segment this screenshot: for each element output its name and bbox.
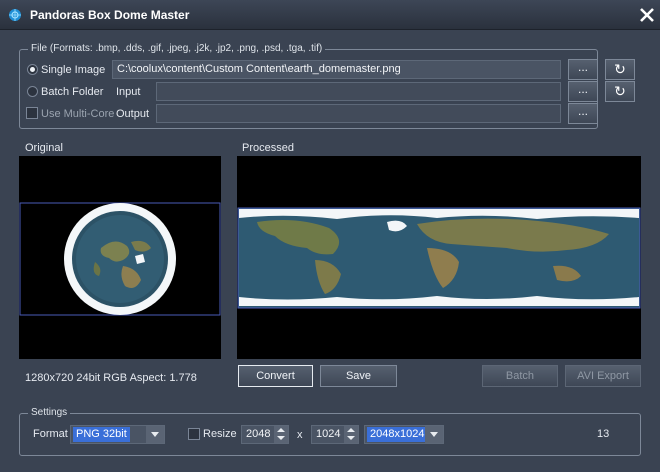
count-value: 13 [597,428,610,440]
settings-group-label: Settings [28,407,71,418]
batch-folder-label[interactable]: Batch Folder [41,86,103,98]
world-map-image [237,207,641,309]
chevron-down-icon[interactable] [146,426,164,443]
batch-folder-radio[interactable] [27,86,38,97]
refresh-batch-button[interactable]: ↻ [605,81,635,102]
image-info-text: 1280x720 24bit RGB Aspect: 1.778 [25,372,197,384]
save-button[interactable]: Save [320,365,397,387]
size-separator: x [297,429,303,441]
single-image-path-field[interactable]: C:\coolux\content\Custom Content\earth_d… [112,60,561,79]
width-spin-arrows[interactable] [274,426,288,443]
height-stepper[interactable]: 1024 [311,425,359,444]
single-image-label[interactable]: Single Image [41,64,105,76]
use-multicore-label[interactable]: Use Multi-Core [41,108,114,120]
output-folder-field[interactable] [156,104,561,123]
input-folder-field[interactable] [156,82,561,101]
output-browse-button[interactable]: ... [568,103,598,124]
output-label: Output [116,108,150,120]
file-group-label: File (Formats: .bmp, .dds, .gif, .jpeg, … [28,43,326,54]
title-bar: Pandoras Box Dome Master [0,0,660,30]
refresh-single-button[interactable]: ↻ [605,59,635,80]
avi-export-button[interactable]: AVI Export [565,365,641,387]
app-icon [9,9,21,21]
height-spin-arrows[interactable] [344,426,358,443]
format-label: Format [33,428,68,440]
width-stepper[interactable]: 2048 [241,425,289,444]
resize-checkbox[interactable] [188,428,200,440]
format-dropdown[interactable]: PNG 32bit [70,425,165,444]
input-browse-button[interactable]: ... [568,81,598,102]
size-preset-value: 2048x1024 [367,427,428,442]
batch-button[interactable]: Batch [482,365,558,387]
height-value: 1024 [316,428,341,440]
width-value: 2048 [246,428,271,440]
dome-image [19,202,221,316]
chevron-down-icon[interactable] [425,426,443,443]
format-value: PNG 32bit [73,427,130,442]
size-preset-dropdown[interactable]: 2048x1024 [364,425,444,444]
use-multicore-checkbox[interactable] [26,107,38,119]
refresh-icon: ↻ [614,83,626,99]
window-title: Pandoras Box Dome Master [30,8,190,22]
original-label: Original [25,142,63,154]
close-icon[interactable] [638,6,656,24]
resize-label[interactable]: Resize [203,428,237,440]
convert-button[interactable]: Convert [238,365,313,387]
refresh-icon: ↻ [614,61,626,77]
processed-preview [237,156,641,359]
single-image-browse-button[interactable]: ... [568,59,598,80]
original-preview [19,156,221,359]
processed-label: Processed [242,142,294,154]
single-image-radio[interactable] [27,64,38,75]
input-label: Input [116,86,141,98]
